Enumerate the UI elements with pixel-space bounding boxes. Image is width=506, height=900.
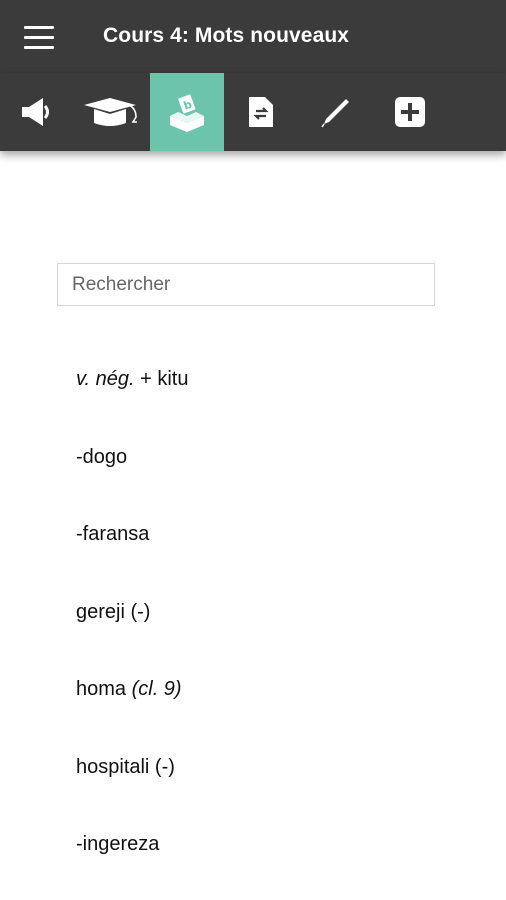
tool-extra[interactable]: [373, 73, 447, 151]
page-title: Cours 4: Mots nouveaux: [103, 24, 350, 47]
word-text: + kitu: [134, 368, 189, 390]
vocabulary-box-icon: b: [170, 94, 204, 132]
megaphone-icon: [22, 98, 49, 126]
tool-lesson[interactable]: [75, 73, 149, 151]
list-item[interactable]: v. nég. + kitu: [76, 355, 476, 433]
graduation-cap-icon: [84, 98, 137, 126]
list-item[interactable]: homa (cl. 9): [76, 665, 476, 743]
word-text: homa: [76, 678, 132, 700]
word-text: -ingereza: [76, 833, 160, 855]
plus-icon: [395, 97, 425, 127]
tool-vocabulary[interactable]: b: [150, 73, 224, 151]
pencil-icon: [321, 99, 349, 128]
lesson-toolbar: b: [0, 73, 506, 151]
word-text: gereji (-): [76, 600, 151, 623]
word-annotation: (cl. 9): [131, 678, 182, 700]
document-translate-icon: [249, 97, 273, 127]
tool-audio[interactable]: [0, 73, 74, 151]
vocabulary-list: v. nég. + kitu -dogo -faransa gereji (-)…: [76, 355, 476, 898]
tool-translation[interactable]: [224, 73, 298, 151]
list-item[interactable]: -faransa: [76, 510, 476, 588]
word-text: -faransa: [76, 523, 150, 545]
word-text: hospitali (-): [76, 755, 175, 778]
tool-writing[interactable]: [299, 73, 373, 151]
app-header: Cours 4: Mots nouveaux: [0, 0, 506, 73]
hamburger-menu-icon[interactable]: [24, 24, 54, 50]
search-input[interactable]: [57, 263, 435, 306]
list-item[interactable]: gereji (-): [76, 588, 476, 666]
list-item[interactable]: hospitali (-): [76, 743, 476, 821]
list-item[interactable]: -dogo: [76, 433, 476, 511]
list-item[interactable]: -ingereza: [76, 820, 476, 898]
word-annotation: v. nég.: [76, 368, 135, 390]
word-text: -dogo: [76, 445, 128, 468]
